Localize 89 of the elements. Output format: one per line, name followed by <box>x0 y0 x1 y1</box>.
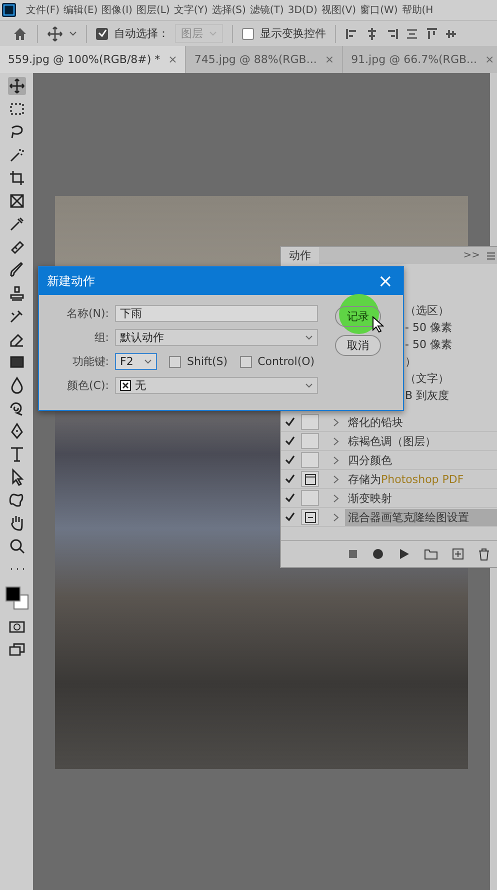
caret-icon <box>305 334 313 342</box>
action-item[interactable]: （文字） <box>405 370 449 387</box>
dialog-toggle[interactable] <box>301 490 319 506</box>
align-middle-icon[interactable] <box>405 26 419 40</box>
field-label: 名称(N): <box>65 306 109 321</box>
check-icon[interactable] <box>285 455 295 465</box>
home-icon[interactable] <box>12 26 28 42</box>
action-item[interactable]: ） <box>405 353 416 370</box>
menu-item[interactable]: 视图(V) <box>321 3 356 17</box>
name-field[interactable]: 下雨 <box>115 305 318 322</box>
folder-icon[interactable] <box>424 548 438 560</box>
action-item[interactable]: 存储为Photoshop PDF <box>345 470 497 488</box>
action-item[interactable]: - 50 像素 <box>405 336 452 353</box>
field-label: 颜色(C): <box>66 378 109 393</box>
trash-icon[interactable] <box>478 548 490 560</box>
brush-icon[interactable] <box>8 261 26 279</box>
stamp-icon[interactable] <box>8 284 26 302</box>
align-right-icon[interactable] <box>385 26 399 40</box>
action-item[interactable]: 棕褐色调（图层） <box>345 432 497 450</box>
dialog-button[interactable]: 取消 <box>335 335 381 356</box>
action-item[interactable]: 四分颜色 <box>345 452 497 468</box>
close-button[interactable]: × <box>368 270 403 292</box>
action-item[interactable]: （选区） <box>405 302 449 319</box>
dialog-toggle[interactable] <box>301 433 319 449</box>
move-icon[interactable] <box>47 26 63 42</box>
crop-icon[interactable] <box>8 169 26 187</box>
menu-item[interactable]: 图层(L) <box>136 3 170 17</box>
align-center-icon[interactable] <box>365 26 379 40</box>
dialog-toggle[interactable] <box>301 452 319 468</box>
auto-select-label: 自动选择： <box>114 26 169 41</box>
magic-wand-icon[interactable] <box>8 146 26 164</box>
function-key-dropdown[interactable]: F2 <box>115 353 157 370</box>
caret-icon <box>209 30 217 38</box>
menu-item[interactable]: 选择(S) <box>212 3 246 17</box>
action-item[interactable]: 混合器画笔克隆绘图设置 <box>345 508 497 526</box>
dialog-toggle[interactable] <box>301 509 319 525</box>
record-icon[interactable] <box>372 548 384 560</box>
action-item[interactable]: 熔化的铅块 <box>345 414 497 430</box>
panel-tab[interactable]: 动作 <box>281 247 319 264</box>
field-label: 组: <box>93 330 109 345</box>
action-item[interactable]: - 50 像素 <box>405 319 452 336</box>
play-icon[interactable] <box>398 548 410 560</box>
move-icon[interactable] <box>8 77 26 95</box>
show-transform-label: 显示变换控件 <box>260 26 326 41</box>
modifier-label: Shift(S) <box>187 355 228 368</box>
modifier-label: Control(O) <box>258 355 315 368</box>
frame-icon[interactable] <box>8 192 26 210</box>
caret-icon <box>305 382 313 390</box>
check-icon[interactable] <box>285 512 295 522</box>
modifier-checkbox[interactable] <box>240 356 252 368</box>
document-tab[interactable]: 559.jpg @ 100%(RGB/8#) * × <box>0 46 186 73</box>
show-transform-checkbox[interactable] <box>242 28 254 40</box>
caret-icon <box>144 358 152 366</box>
dialog-toggle[interactable] <box>301 414 319 430</box>
caret-icon[interactable] <box>69 30 77 38</box>
action-item[interactable]: B 到灰度 <box>405 387 450 404</box>
crossed-box-icon <box>120 380 131 391</box>
align-top-icon[interactable] <box>425 26 439 40</box>
check-icon[interactable] <box>285 474 295 484</box>
dialog-toggle[interactable] <box>301 471 319 487</box>
menu-item[interactable]: 文件(F) <box>26 3 60 17</box>
group-dropdown[interactable]: 默认动作 <box>115 329 318 346</box>
check-icon[interactable] <box>285 493 295 503</box>
auto-select-checkbox[interactable] <box>96 28 108 40</box>
menu-item[interactable]: 滤镜(T) <box>250 3 284 17</box>
menu-item[interactable]: 图像(I) <box>102 3 132 17</box>
menu-item[interactable]: 3D(D) <box>288 4 318 16</box>
color-dropdown[interactable]: 无 <box>115 377 318 394</box>
field-label: 功能键: <box>71 354 109 369</box>
dialog-window-icon <box>304 474 316 484</box>
menu-item[interactable]: 编辑(E) <box>64 3 98 17</box>
minus-box-icon <box>304 512 316 522</box>
new-action-icon[interactable] <box>452 548 464 560</box>
menu-item[interactable]: 窗口(W) <box>360 3 398 17</box>
check-icon[interactable] <box>285 417 295 427</box>
menu-item[interactable]: 文字(Y) <box>174 3 208 17</box>
action-item[interactable]: 渐变映射 <box>345 490 497 506</box>
menu-item[interactable]: 帮助(H <box>402 3 434 17</box>
zoom-icon[interactable] <box>8 537 26 555</box>
mouse-cursor-icon <box>372 316 384 333</box>
shape-icon[interactable] <box>8 491 26 509</box>
menu-icon[interactable] <box>486 250 496 262</box>
modifier-checkbox[interactable] <box>169 356 181 368</box>
eyedropper-icon[interactable] <box>8 215 26 233</box>
dialog-title: 新建动作 <box>47 272 95 290</box>
stop-icon[interactable] <box>348 549 358 559</box>
align-left-icon[interactable] <box>345 26 359 40</box>
check-icon[interactable] <box>285 436 295 446</box>
collapse-button[interactable]: >> <box>463 250 480 261</box>
